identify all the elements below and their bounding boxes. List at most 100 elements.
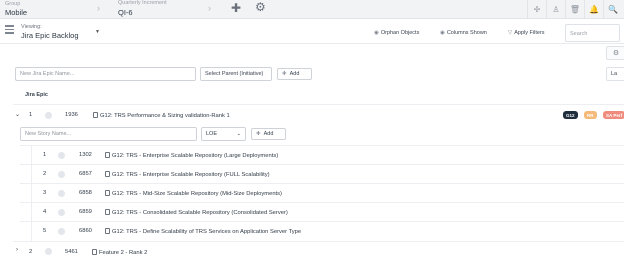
top-right-icons: ✢ ♙ 🗑 🔔 🔍	[527, 0, 622, 19]
chevron-right-icon: ›	[97, 3, 100, 13]
viewing-label: Viewing:	[21, 24, 42, 30]
chevron-right-icon[interactable]: ›	[16, 247, 18, 253]
new-story-name-input[interactable]: New Story Name...	[20, 127, 197, 141]
story-id[interactable]: 1302	[79, 152, 92, 158]
epic-row[interactable]: › 2 5461 Feature 2 - Rank 2	[13, 241, 624, 261]
story-type-select[interactable]: LOE ⌄	[201, 127, 246, 141]
story-row[interactable]: 2 6857 G12: TRS - Enterprise Scalable Re…	[20, 164, 624, 183]
tag-badge[interactable]: G12	[563, 111, 578, 119]
status-dot[interactable]	[58, 171, 65, 178]
story-title-text: G12: TRS - Define Scalability of TRS Ser…	[112, 229, 302, 235]
new-epic-name-input[interactable]: New Jira Epic Name...	[15, 67, 196, 81]
add-epic-label: Add	[289, 71, 300, 77]
settings-toggle-button[interactable]: ⚙	[606, 46, 624, 60]
apply-filters-label: Apply Filters	[514, 30, 545, 36]
caret-down-icon[interactable]: ▼	[95, 29, 100, 35]
orphan-objects-label: Orphan Objects	[380, 30, 420, 36]
status-dot[interactable]	[45, 248, 52, 255]
chevron-down-icon[interactable]: ⌄	[15, 111, 20, 118]
qi-selector[interactable]: QI-6	[118, 8, 133, 17]
tag-badge[interactable]: SA Perf	[603, 111, 624, 119]
status-dot[interactable]	[58, 190, 65, 197]
story-row[interactable]: 5 6860 G12: TRS - Define Scalability of …	[20, 221, 624, 240]
story-title-text: G12: TRS - Enterprise Scalable Repositor…	[112, 172, 270, 178]
add-icon[interactable]: ✚	[231, 2, 241, 14]
epic-rank: 1	[29, 112, 33, 118]
document-icon	[105, 171, 110, 177]
story-title-text: G12: TRS - Enterprise Scalable Repositor…	[112, 153, 279, 159]
orphan-objects-button[interactable]: ◉ Orphan Objects	[374, 30, 419, 36]
story-rank: 1	[43, 152, 47, 158]
epic-title-text: Feature 2 - Rank 2	[99, 250, 148, 256]
side-button[interactable]: La	[606, 67, 624, 81]
story-title[interactable]: G12: TRS - Define Scalability of TRS Ser…	[105, 228, 301, 235]
eye-icon: ◉	[374, 30, 379, 36]
document-icon	[105, 228, 110, 234]
tag-badge[interactable]: RR	[584, 111, 597, 119]
apply-filters-button[interactable]: ▽ Apply Filters	[508, 30, 545, 36]
story-row[interactable]: 1 1302 G12: TRS - Enterprise Scalable Re…	[20, 145, 624, 164]
story-rank: 4	[43, 209, 47, 215]
plus-icon: ✚	[282, 71, 287, 77]
document-icon	[93, 112, 98, 118]
epic-title-text: G12: TRS Performance & Sizing validation…	[100, 113, 230, 119]
epic-id[interactable]: 5461	[65, 249, 78, 255]
add-epic-button[interactable]: ✚ Add	[277, 68, 312, 80]
group-selector[interactable]: Mobile	[5, 8, 27, 17]
epic-id[interactable]: 1936	[65, 112, 78, 118]
document-icon	[105, 190, 110, 196]
bell-icon[interactable]: 🔔	[584, 0, 603, 19]
filter-icon: ▽	[508, 30, 513, 36]
top-bar: Group Mobile › Quarterly Increment QI-6 …	[0, 0, 624, 19]
epic-title[interactable]: Feature 2 - Rank 2	[92, 249, 147, 256]
document-icon	[105, 152, 110, 158]
status-dot[interactable]	[45, 112, 52, 119]
trash-icon[interactable]: 🗑	[565, 0, 584, 19]
story-id[interactable]: 6857	[79, 171, 92, 177]
pin-icon[interactable]: ✢	[527, 0, 546, 19]
user-icon[interactable]: ♙	[546, 0, 565, 19]
document-icon	[105, 209, 110, 215]
epic-title[interactable]: G12: TRS Performance & Sizing validation…	[93, 112, 230, 119]
story-id[interactable]: 6859	[79, 209, 92, 215]
chevron-down-icon: ⌄	[236, 131, 241, 137]
story-rank: 3	[43, 190, 47, 196]
document-icon	[92, 249, 97, 255]
story-rank: 2	[43, 171, 47, 177]
select-parent-dropdown[interactable]: Select Parent (Initiative)	[200, 67, 272, 81]
gears-icon[interactable]: ⚙	[255, 1, 266, 13]
story-rank: 5	[43, 228, 47, 234]
view-selector[interactable]: Jira Epic Backlog	[21, 31, 79, 40]
story-id[interactable]: 6858	[79, 190, 92, 196]
chevron-right-icon: ›	[208, 3, 211, 13]
epic-row[interactable]: ⌄ 1 1936 G12: TRS Performance & Sizing v…	[13, 104, 624, 125]
story-type-value: LOE	[206, 131, 218, 137]
qi-label: Quarterly Increment	[118, 0, 167, 6]
story-title-text: G12: TRS - Consolidated Scalable Reposit…	[112, 210, 288, 216]
story-title[interactable]: G12: TRS - Mid-Size Scalable Repository …	[105, 190, 282, 197]
column-header-jira-epic[interactable]: Jira Epic	[25, 92, 48, 98]
status-dot[interactable]	[58, 228, 65, 235]
story-title-text: G12: TRS - Mid-Size Scalable Repository …	[112, 191, 282, 197]
search-icon[interactable]: 🔍	[603, 0, 622, 19]
story-title[interactable]: G12: TRS - Enterprise Scalable Repositor…	[105, 171, 270, 178]
columns-shown-label: Columns Shown	[446, 30, 487, 36]
search-input[interactable]: Search	[565, 24, 620, 42]
story-title[interactable]: G12: TRS - Enterprise Scalable Repositor…	[105, 152, 278, 159]
divider	[0, 43, 624, 44]
eye-icon: ◉	[440, 30, 445, 36]
menu-icon[interactable]	[5, 25, 14, 34]
story-title[interactable]: G12: TRS - Consolidated Scalable Reposit…	[105, 209, 288, 216]
add-story-label: Add	[263, 131, 274, 137]
story-row[interactable]: 4 6859 G12: TRS - Consolidated Scalable …	[20, 202, 624, 221]
story-id[interactable]: 6860	[79, 228, 92, 234]
columns-shown-button[interactable]: ◉ Columns Shown	[440, 30, 487, 36]
epic-rank: 2	[29, 249, 33, 255]
group-label: Group	[5, 1, 21, 7]
story-list: 1 1302 G12: TRS - Enterprise Scalable Re…	[20, 145, 624, 241]
plus-icon: ✚	[256, 131, 261, 137]
status-dot[interactable]	[58, 152, 65, 159]
status-dot[interactable]	[58, 209, 65, 216]
story-row[interactable]: 3 6858 G12: TRS - Mid-Size Scalable Repo…	[20, 183, 624, 202]
add-story-button[interactable]: ✚ Add	[251, 128, 286, 140]
